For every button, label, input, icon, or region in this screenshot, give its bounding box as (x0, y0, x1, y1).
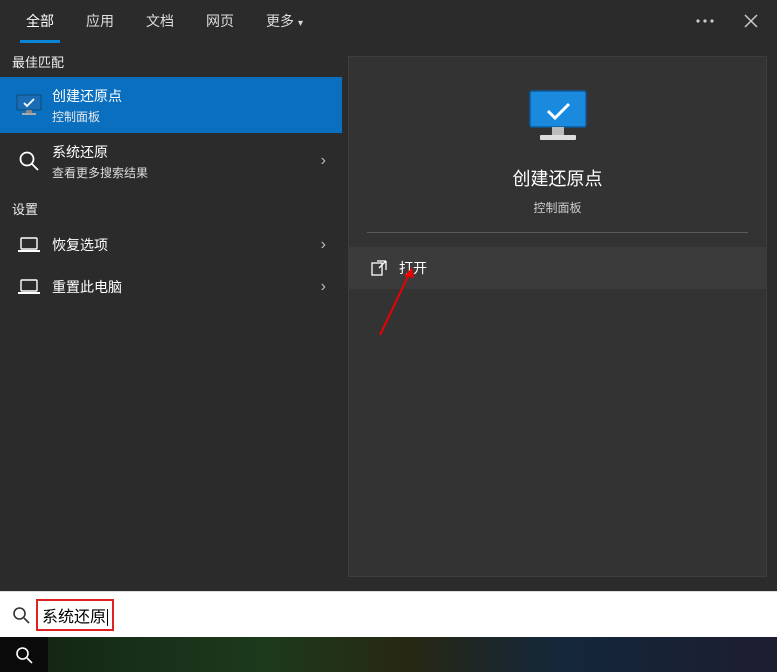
setting-reset-pc[interactable]: 重置此电脑 › (0, 266, 342, 308)
search-input-highlight: 系统还原 (36, 599, 114, 631)
tab-all[interactable]: 全部 (10, 0, 70, 42)
section-settings: 设置 (0, 189, 342, 224)
search-bar[interactable]: 系统还原 (0, 591, 777, 637)
setting-label: 恢复选项 (52, 235, 321, 255)
results-panel: 最佳匹配 创建还原点 控制面板 系统还原 查看更多搜索结果 (0, 42, 342, 591)
section-best-match: 最佳匹配 (0, 42, 342, 77)
setting-label: 重置此电脑 (52, 277, 321, 297)
result-title: 系统还原 (52, 142, 321, 162)
open-icon (367, 260, 391, 276)
chevron-right-icon: › (321, 152, 330, 170)
result-create-restore-point[interactable]: 创建还原点 控制面板 (0, 77, 342, 133)
close-button[interactable] (735, 5, 767, 37)
open-action[interactable]: 打开 (349, 247, 766, 289)
more-options-button[interactable] (689, 5, 721, 37)
search-input[interactable]: 系统还原 (42, 609, 108, 626)
result-system-restore[interactable]: 系统还原 查看更多搜索结果 › (0, 133, 342, 189)
tab-apps[interactable]: 应用 (70, 0, 130, 42)
tab-docs[interactable]: 文档 (130, 0, 190, 42)
caret-down-icon: ▾ (298, 18, 303, 29)
laptop-icon (12, 279, 46, 295)
preview-panel: 创建还原点 控制面板 打开 (348, 56, 767, 577)
tab-web[interactable]: 网页 (190, 0, 250, 42)
taskbar (0, 637, 777, 672)
chevron-right-icon: › (321, 236, 330, 254)
tab-more[interactable]: 更多▾ (250, 0, 319, 42)
preview-title: 创建还原点 (377, 165, 738, 191)
preview-subtitle: 控制面板 (377, 199, 738, 216)
result-title: 创建还原点 (52, 86, 330, 106)
laptop-icon (12, 237, 46, 253)
chevron-right-icon: › (321, 278, 330, 296)
result-subtitle: 控制面板 (52, 108, 330, 125)
search-filter-tabs: 全部 应用 文档 网页 更多▾ (0, 0, 777, 42)
result-subtitle: 查看更多搜索结果 (52, 164, 321, 181)
taskbar-apps[interactable] (48, 637, 777, 672)
monitor-large-icon (377, 87, 738, 147)
open-label: 打开 (399, 258, 427, 278)
taskbar-search-button[interactable] (0, 637, 48, 672)
monitor-icon (12, 93, 46, 117)
search-icon (10, 606, 32, 624)
search-icon (12, 150, 46, 172)
setting-recovery-options[interactable]: 恢复选项 › (0, 224, 342, 266)
